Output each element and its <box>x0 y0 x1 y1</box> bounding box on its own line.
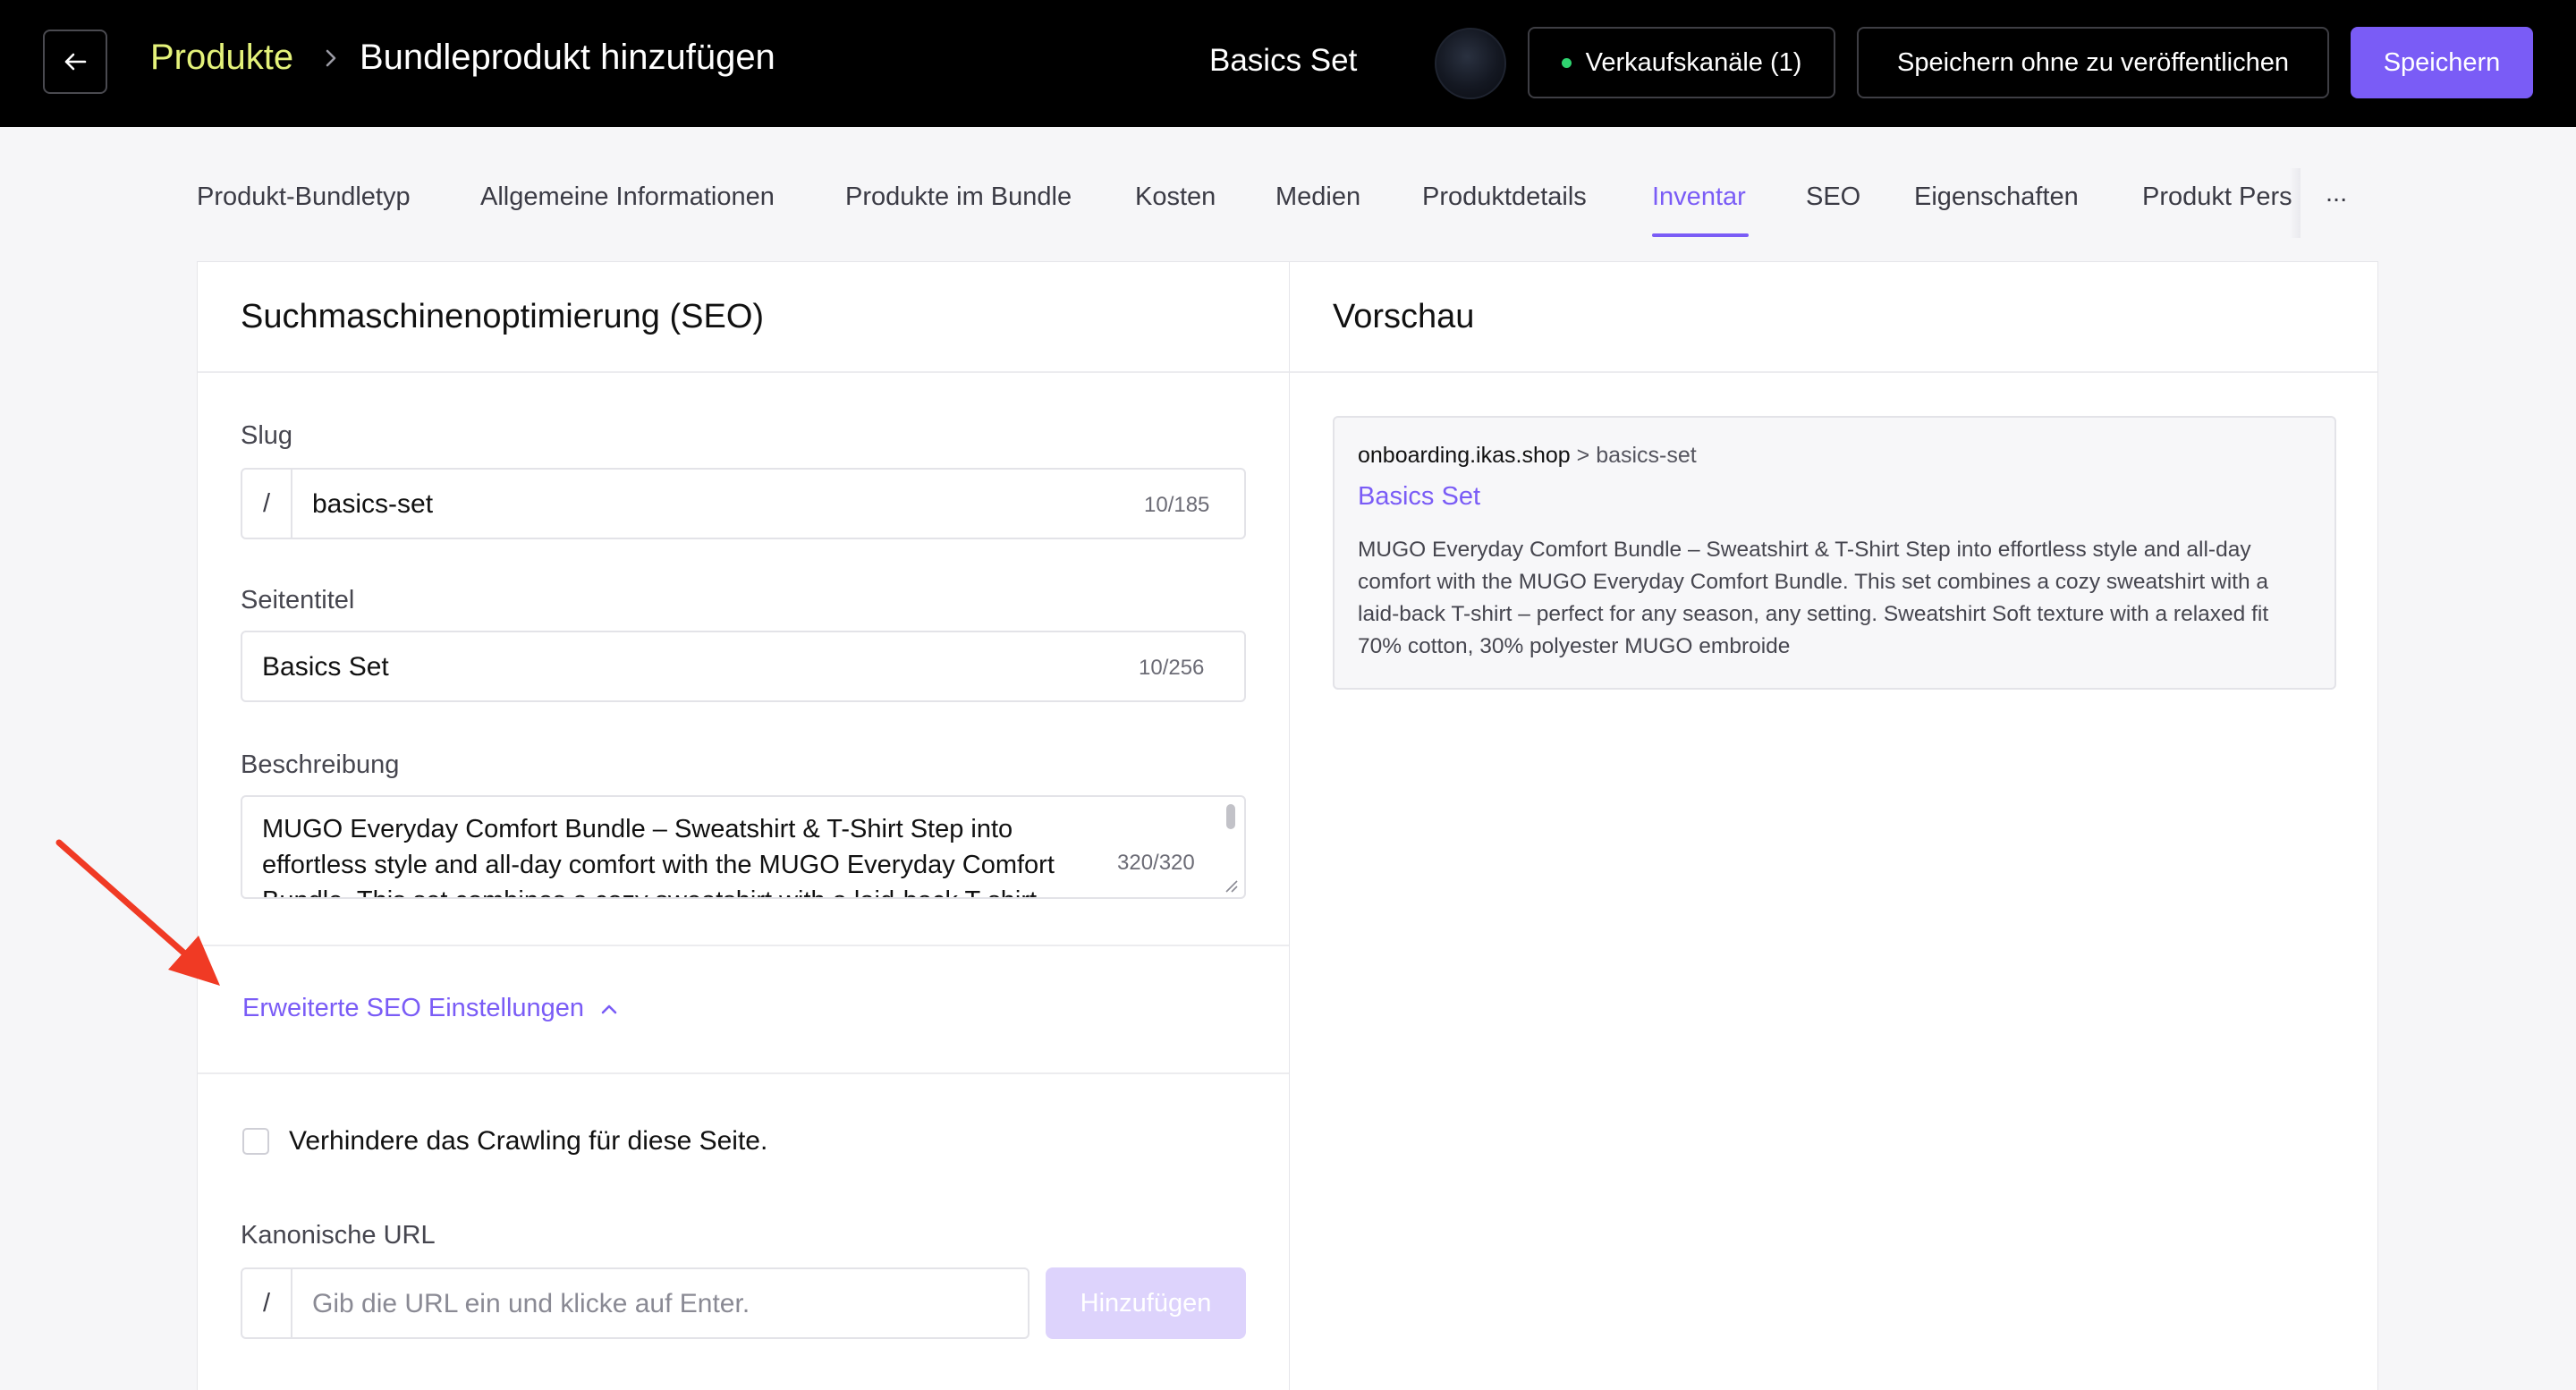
slug-label: Slug <box>241 421 293 450</box>
divider <box>198 371 1289 373</box>
divider <box>198 1072 1289 1074</box>
canonical-url-prefix: / <box>242 1269 292 1337</box>
advanced-seo-settings-toggle[interactable]: Erweiterte SEO Einstellungen <box>242 994 618 1023</box>
save-without-publish-button[interactable]: Speichern ohne zu veröffentlichen <box>1857 27 2329 98</box>
page-title-value: Basics Set <box>262 652 389 682</box>
save-label: Speichern <box>2383 47 2501 77</box>
sales-channels-button[interactable]: Verkaufskanäle (1) <box>1528 27 1835 98</box>
tab-product-personalization[interactable]: Produkt Pers <box>2142 182 2292 212</box>
description-textarea[interactable]: MUGO Everyday Comfort Bundle – Sweatshir… <box>241 795 1246 899</box>
preview-url: onboarding.ikas.shop > basics-set <box>1358 443 1697 469</box>
preview-path: basics-set <box>1596 443 1697 468</box>
top-bar: Produkte Bundleprodukt hinzufügen Basics… <box>0 0 2576 127</box>
divider <box>1290 371 2377 373</box>
preview-panel-title: Vorschau <box>1333 298 1475 335</box>
tab-product-details[interactable]: Produktdetails <box>1422 182 1587 212</box>
tab-products-in-bundle[interactable]: Produkte im Bundle <box>845 182 1072 212</box>
chevron-up-icon <box>601 1004 617 1013</box>
tab-overflow-fade <box>2290 168 2301 238</box>
resize-grip-icon[interactable] <box>1219 874 1239 894</box>
green-dot-icon <box>1561 57 1572 68</box>
tab-product-bundle-type[interactable]: Produkt-Bundletyp <box>197 182 411 212</box>
product-name: Basics Set <box>1209 43 1358 78</box>
active-tab-indicator <box>1652 233 1749 237</box>
tab-costs[interactable]: Kosten <box>1135 182 1216 212</box>
divider <box>198 945 1289 946</box>
preview-domain: onboarding.ikas.shop <box>1358 443 1571 468</box>
description-counter: 320/320 <box>1117 851 1195 875</box>
slug-counter: 10/185 <box>1144 493 1210 517</box>
back-button[interactable] <box>43 30 107 94</box>
search-preview-card: onboarding.ikas.shop > basics-set Basics… <box>1333 416 2336 690</box>
arrow-left-icon <box>64 53 87 71</box>
tab-media[interactable]: Medien <box>1275 182 1360 212</box>
tab-inventory[interactable]: Inventar <box>1652 182 1746 212</box>
canonical-url-field[interactable]: / Gib die URL ein und klicke auf Enter. <box>241 1267 1030 1339</box>
canonical-url-label: Kanonische URL <box>241 1221 436 1250</box>
seo-panel: Suchmaschinenoptimierung (SEO) Slug / ba… <box>197 261 1290 1390</box>
tab-general-information[interactable]: Allgemeine Informationen <box>480 182 775 212</box>
add-canonical-url-label: Hinzufügen <box>1080 1288 1212 1318</box>
preview-url-separator: > <box>1576 443 1590 468</box>
more-tabs-button[interactable]: ... <box>2326 179 2347 208</box>
slug-prefix: / <box>242 470 292 538</box>
preview-page-title: Basics Set <box>1358 482 1480 511</box>
save-button[interactable]: Speichern <box>2351 27 2533 98</box>
advanced-seo-settings-label: Erweiterte SEO Einstellungen <box>242 994 585 1022</box>
description-scrollbar[interactable] <box>1226 804 1235 829</box>
tab-properties[interactable]: Eigenschaften <box>1914 182 2079 212</box>
preview-panel: Vorschau onboarding.ikas.shop > basics-s… <box>1289 261 2378 1390</box>
slug-value: basics-set <box>312 489 434 519</box>
seo-panel-title: Suchmaschinenoptimierung (SEO) <box>241 298 765 335</box>
prevent-crawling-checkbox[interactable] <box>242 1128 269 1155</box>
page-title-counter: 10/256 <box>1139 656 1205 680</box>
description-label: Beschreibung <box>241 750 400 779</box>
page-title-field[interactable]: Basics Set 10/256 <box>241 631 1246 702</box>
page-title: Bundleprodukt hinzufügen <box>360 38 775 77</box>
save-without-publish-label: Speichern ohne zu veröffentlichen <box>1897 47 2289 77</box>
chevron-right-icon <box>326 49 336 67</box>
breadcrumb-parent-link[interactable]: Produkte <box>150 38 293 78</box>
page-title-label: Seitentitel <box>241 586 355 614</box>
add-canonical-url-button[interactable]: Hinzufügen <box>1046 1267 1246 1339</box>
prevent-crawling-label[interactable]: Verhindere das Crawling für diese Seite. <box>289 1126 767 1157</box>
annotation-arrow-icon <box>55 839 220 986</box>
tab-seo[interactable]: SEO <box>1806 182 1860 212</box>
sales-channels-label: Verkaufskanäle (1) <box>1585 47 1802 77</box>
slug-field[interactable]: / basics-set 10/185 <box>241 468 1246 539</box>
preview-description: MUGO Everyday Comfort Bundle – Sweatshir… <box>1358 538 2269 658</box>
canonical-url-placeholder: Gib die URL ein und klicke auf Enter. <box>312 1289 750 1318</box>
description-value: MUGO Everyday Comfort Bundle – Sweatshir… <box>262 815 1055 897</box>
avatar[interactable] <box>1435 28 1506 99</box>
